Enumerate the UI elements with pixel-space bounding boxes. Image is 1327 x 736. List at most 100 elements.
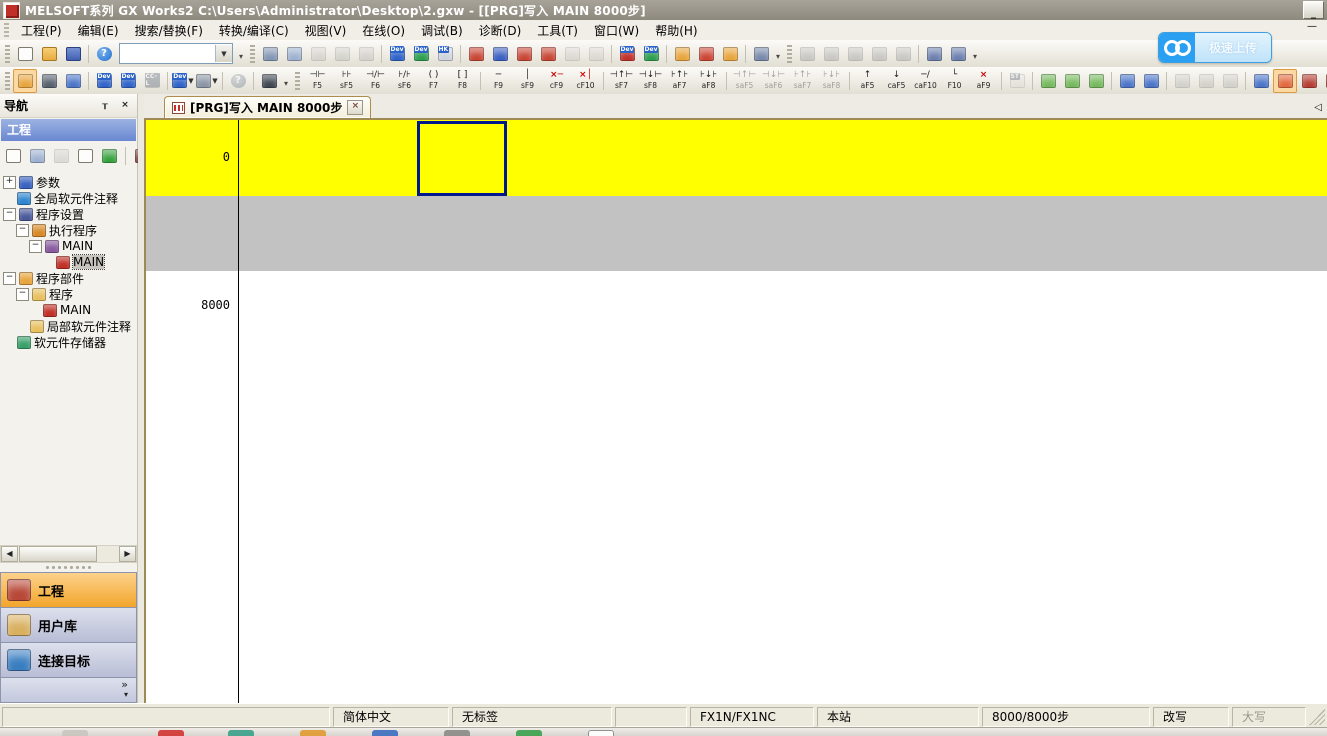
- edit-coil-icon[interactable]: [1084, 69, 1108, 93]
- taskbar-button[interactable]: [228, 730, 254, 736]
- menu-item-7[interactable]: 调试(B): [413, 20, 471, 41]
- remote-operation-icon[interactable]: [536, 42, 560, 66]
- project-data-list-icon[interactable]: [13, 69, 37, 93]
- panel-more-button[interactable]: » ▾: [0, 677, 137, 703]
- monitor-mode-icon[interactable]: [1321, 69, 1327, 93]
- menu-item-11[interactable]: 帮助(H): [647, 20, 705, 41]
- menu-item-2[interactable]: 编辑(E): [70, 20, 127, 41]
- ladder-row-0-highlight[interactable]: [146, 120, 1327, 196]
- collapse-icon[interactable]: −: [3, 208, 16, 221]
- ladder-gray-band[interactable]: [146, 196, 1327, 271]
- view-button-连接目标[interactable]: 连接目标: [0, 642, 137, 677]
- read-mode-icon[interactable]: [1297, 69, 1321, 93]
- toolbar-overflow-icon[interactable]: ▾: [773, 46, 784, 61]
- ladder-symbol-aF7-button[interactable]: ⊦↑⊦aF7: [665, 68, 694, 94]
- device-batch-red-icon[interactable]: Dev: [615, 42, 639, 66]
- toolbar-overflow-icon[interactable]: ▾: [281, 73, 292, 88]
- tree-item-执行程序[interactable]: −执行程序: [3, 222, 137, 238]
- save-project-icon[interactable]: [61, 42, 85, 66]
- toolbar-overflow-icon[interactable]: ▾: [236, 46, 247, 61]
- tree-item-程序[interactable]: −程序: [3, 286, 137, 302]
- tree-item-MAIN[interactable]: MAIN: [3, 302, 137, 318]
- copy-icon[interactable]: [282, 42, 306, 66]
- scroll-left-icon[interactable]: ◀: [1, 546, 18, 562]
- open-project-icon[interactable]: [37, 42, 61, 66]
- menu-item-4[interactable]: 转换/编译(C): [211, 20, 297, 41]
- toolbar-grip[interactable]: [250, 45, 255, 63]
- tree-item-MAIN[interactable]: MAIN: [3, 254, 137, 270]
- ladder-symbol-aF5-button[interactable]: ↑aF5: [853, 68, 882, 94]
- ladder-symbol-cF9-button[interactable]: ×─cF9: [542, 68, 571, 94]
- ladder-symbol-F5-button[interactable]: ⊣⊢F5: [303, 68, 332, 94]
- tab-prg-write-main[interactable]: [PRG]写入 MAIN 8000步 ×: [164, 96, 371, 118]
- taskbar-button[interactable]: [62, 730, 88, 736]
- menu-item-10[interactable]: 窗口(W): [586, 20, 647, 41]
- view-button-工程[interactable]: 工程: [0, 572, 137, 607]
- device-comment-icon[interactable]: Dev: [385, 42, 409, 66]
- tree-item-局部软元件注释[interactable]: 局部软元件注释: [3, 318, 137, 334]
- collapse-icon[interactable]: −: [29, 240, 42, 253]
- task-list-icon[interactable]: [61, 69, 85, 93]
- toolbar-grip[interactable]: [5, 72, 10, 90]
- refresh-icon[interactable]: [98, 145, 120, 167]
- insert-row-icon[interactable]: [1115, 69, 1139, 93]
- tab-close-icon[interactable]: ×: [347, 100, 363, 115]
- device-memory-icon[interactable]: HK: [433, 42, 457, 66]
- device-find-icon[interactable]: Dev: [92, 69, 116, 93]
- ladder-symbol-F8-button[interactable]: [ ]F8: [448, 68, 477, 94]
- tree-item-程序设置[interactable]: −程序设置: [3, 206, 137, 222]
- print-document-icon[interactable]: [718, 42, 742, 66]
- device-display-icon[interactable]: Dev▼: [171, 69, 195, 93]
- device-monitor-icon[interactable]: Dev: [409, 42, 433, 66]
- taskbar-button[interactable]: [158, 730, 184, 736]
- device-list-icon[interactable]: Dev: [116, 69, 140, 93]
- menu-item-8[interactable]: 诊断(D): [471, 20, 530, 41]
- edit-ladder-icon[interactable]: [1036, 69, 1060, 93]
- taskbar-button[interactable]: [300, 730, 326, 736]
- device-search-icon[interactable]: ▼: [195, 69, 219, 93]
- tree-item-MAIN[interactable]: −MAIN: [3, 238, 137, 254]
- ladder-symbol-F6-button[interactable]: ⊣/⊢F6: [361, 68, 390, 94]
- taskbar-button[interactable]: [444, 730, 470, 736]
- transfer-setup-icon[interactable]: [749, 42, 773, 66]
- baidu-netdisk-overlay[interactable]: 极速上传: [1158, 32, 1272, 63]
- cross-reference-icon[interactable]: [257, 69, 281, 93]
- ladder-symbol-sF5-button[interactable]: ⊦⊦sF5: [332, 68, 361, 94]
- menu-item-5[interactable]: 视图(V): [297, 20, 355, 41]
- toolbar-grip[interactable]: [787, 45, 792, 63]
- combobox-dropdown-icon[interactable]: ▼: [215, 45, 232, 62]
- tree-item-全局软元件注释[interactable]: 全局软元件注释: [3, 190, 137, 206]
- menu-item-6[interactable]: 在线(O): [354, 20, 413, 41]
- panel-resize-grip[interactable]: [0, 563, 137, 572]
- collapse-icon[interactable]: −: [3, 272, 16, 285]
- tree-item-软元件存储器[interactable]: 软元件存储器: [3, 334, 137, 350]
- ladder-editor[interactable]: 0 8000: [144, 118, 1327, 703]
- ladder-symbol-F10-button[interactable]: └F10: [940, 68, 969, 94]
- delete-row-icon[interactable]: [1139, 69, 1163, 93]
- data-security-icon[interactable]: [74, 145, 96, 167]
- menu-item-9[interactable]: 工具(T): [529, 20, 586, 41]
- entry-ladder-monitor-icon[interactable]: [946, 42, 970, 66]
- menubar-grip[interactable]: [4, 23, 9, 37]
- status-resize-grip[interactable]: [1309, 709, 1325, 725]
- ladder-symbol-F9-button[interactable]: ─F9: [484, 68, 513, 94]
- pin-icon[interactable]: ┰: [97, 98, 113, 113]
- menu-item-3[interactable]: 搜索/替换(F): [127, 20, 211, 41]
- scrollbar-thumb[interactable]: [19, 546, 97, 562]
- chevron-down-icon[interactable]: ▾: [124, 691, 128, 699]
- copy-data-icon[interactable]: [26, 145, 48, 167]
- collapse-icon[interactable]: −: [16, 288, 29, 301]
- new-data-icon[interactable]: [2, 145, 24, 167]
- write-mode-icon[interactable]: [1273, 69, 1297, 93]
- scroll-right-icon[interactable]: ▶: [119, 546, 136, 562]
- taskbar-button[interactable]: [372, 730, 398, 736]
- tree-item-参数[interactable]: +参数: [3, 174, 137, 190]
- cut-icon[interactable]: [258, 42, 282, 66]
- ladder-symbol-sF6-button[interactable]: ⊦/⊦sF6: [390, 68, 419, 94]
- view-button-用户库[interactable]: 用户库: [0, 607, 137, 642]
- ladder-symbol-sF7-button[interactable]: ⊣↑⊢sF7: [607, 68, 636, 94]
- verify-with-plc-icon[interactable]: [512, 42, 536, 66]
- windows-taskbar-sliver[interactable]: [0, 727, 1327, 736]
- new-project-icon[interactable]: [13, 42, 37, 66]
- baidu-netdisk-label[interactable]: 极速上传: [1195, 33, 1271, 62]
